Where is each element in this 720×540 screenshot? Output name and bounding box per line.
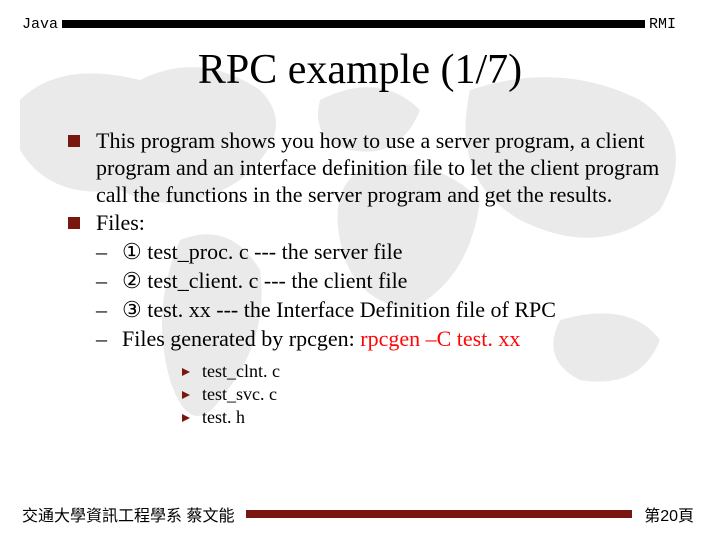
dash-icon: – [96, 297, 107, 324]
slide-body: This program shows you how to use a serv… [68, 128, 664, 429]
bullet-generated-prefix: Files generated by rpcgen: [122, 326, 360, 351]
footer-left: 交通大學資訊工程學系 蔡文能 [0, 502, 242, 526]
footer-page-number: 第20頁 [636, 502, 720, 526]
bullet-gen-b: test_svc. c [158, 384, 664, 406]
dash-icon: – [96, 326, 107, 353]
bullet-generated-cmd: rpcgen –C test. xx [360, 326, 520, 351]
bullet-file-3: –③ test. xx --- the Interface Definition… [68, 297, 664, 324]
bullet-file-1: –① test_proc. c --- the server file [68, 239, 664, 266]
bullet-file-2: –② test_client. c --- the client file [68, 268, 664, 295]
dash-icon: – [96, 268, 107, 295]
bullet-file-2-text: ② test_client. c --- the client file [122, 268, 407, 293]
footer-bar: 交通大學資訊工程學系 蔡文能 第20頁 [0, 504, 720, 524]
header-bar: Java RMI [0, 14, 720, 34]
header-right-label: RMI [649, 16, 720, 33]
header-left-label: Java [0, 16, 58, 33]
bullet-intro: This program shows you how to use a serv… [68, 128, 664, 208]
bullet-files-label: Files: [68, 210, 664, 237]
slide-title: RPC example (1/7) [0, 46, 720, 94]
header-rule [62, 20, 645, 28]
bullet-file-3-text: ③ test. xx --- the Interface Definition … [122, 297, 556, 322]
bullet-gen-c: test. h [158, 407, 664, 429]
bullet-file-1-text: ① test_proc. c --- the server file [122, 239, 403, 264]
dash-icon: – [96, 239, 107, 266]
footer-rule [246, 510, 632, 518]
bullet-gen-a: test_clnt. c [158, 361, 664, 383]
slide: Java RMI RPC example (1/7) This program … [0, 0, 720, 540]
bullet-generated: –Files generated by rpcgen: rpcgen –C te… [68, 326, 664, 353]
